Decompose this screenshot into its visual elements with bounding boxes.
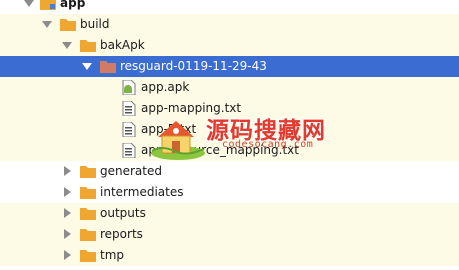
collapse-arrow-icon[interactable] <box>42 21 52 28</box>
module-folder-icon <box>40 0 56 10</box>
tree-item-label: intermediates <box>100 185 184 199</box>
folder-icon <box>100 61 116 73</box>
folder-icon <box>80 208 96 220</box>
tree-item-intermediates[interactable]: intermediates <box>0 182 459 203</box>
tree-item-generated[interactable]: generated <box>0 161 459 182</box>
tree-item-app[interactable]: app <box>0 0 459 14</box>
tree-item-label: reports <box>100 227 143 241</box>
tree-item-label: resguard-0119-11-29-43 <box>120 59 267 73</box>
folder-icon <box>80 187 96 199</box>
tree-item-label: app.apk <box>141 80 190 94</box>
tree-item-reports[interactable]: reports <box>0 224 459 245</box>
tree-item-app-apk[interactable]: app.apk <box>0 77 459 98</box>
expand-arrow-icon[interactable] <box>64 208 71 218</box>
collapse-arrow-icon[interactable] <box>62 42 72 49</box>
tree-item-label: app <box>60 0 86 10</box>
tree-item-label: tmp <box>100 248 125 262</box>
text-file-icon <box>122 122 136 137</box>
tree-item-label: bakApk <box>100 38 145 52</box>
tree-item-label: generated <box>100 164 162 178</box>
tree-item-outputs[interactable]: outputs <box>0 203 459 224</box>
collapse-arrow-icon[interactable] <box>24 0 34 7</box>
house-logo-icon <box>151 121 205 160</box>
folder-icon <box>80 166 96 178</box>
watermark-subtitle: codesocang.com <box>222 139 314 150</box>
folder-icon <box>80 229 96 241</box>
folder-icon <box>80 250 96 262</box>
expand-arrow-icon[interactable] <box>64 250 71 260</box>
tree-item-tmp[interactable]: tmp <box>0 245 459 266</box>
tree-item-label: outputs <box>100 206 146 220</box>
folder-icon <box>80 40 96 52</box>
apk-file-icon <box>122 80 136 95</box>
folder-icon <box>60 19 76 31</box>
tree-item-resguard[interactable]: resguard-0119-11-29-43 <box>0 56 459 77</box>
expand-arrow-icon[interactable] <box>64 166 71 176</box>
expand-arrow-icon[interactable] <box>64 187 71 197</box>
project-tree: app build bakApk resguard-0119-11-29-43 … <box>0 0 459 270</box>
collapse-arrow-icon[interactable] <box>82 63 92 70</box>
tree-item-bakapk[interactable]: bakApk <box>0 35 459 56</box>
text-file-icon <box>122 143 136 158</box>
text-file-icon <box>122 101 136 116</box>
expand-arrow-icon[interactable] <box>64 229 71 239</box>
tree-item-label: build <box>80 17 110 31</box>
watermark: 源码搜藏网 codesocang.com <box>150 111 325 163</box>
tree-item-build[interactable]: build <box>0 14 459 35</box>
